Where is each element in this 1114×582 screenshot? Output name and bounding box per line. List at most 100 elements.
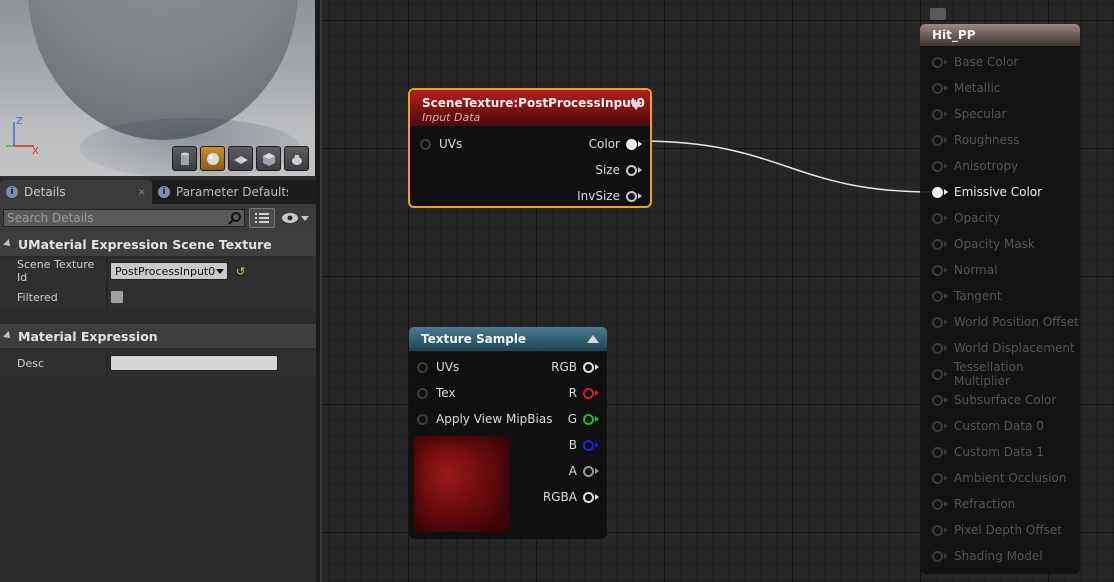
pin-label: UVs [439, 137, 463, 151]
material-input-pin[interactable]: Custom Data 1 [932, 442, 1044, 462]
pin-icon [932, 238, 943, 250]
output-pin-invsize[interactable]: InvSize [577, 186, 642, 206]
material-input-pin[interactable]: Refraction [932, 494, 1015, 514]
category-material-expression[interactable]: Material Expression [0, 324, 316, 348]
pin-label: Ambient Occlusion [954, 471, 1067, 485]
material-input-pin[interactable]: Shading Model [932, 546, 1043, 566]
pin-label: Color [588, 137, 620, 151]
expand-triangle-icon [3, 331, 13, 341]
tab-parameter-defaults[interactable]: i Parameter Defaults [152, 180, 312, 204]
plane-icon[interactable] [228, 146, 253, 171]
output-pin-g[interactable]: G [568, 409, 599, 429]
material-result-node[interactable]: Hit_PP Base Color Metallic Specular Roughne… [920, 24, 1080, 574]
info-icon: i [158, 186, 170, 198]
preview-shape-toolbar [172, 146, 309, 171]
output-pin-size[interactable]: Size [595, 160, 642, 180]
eye-icon [282, 213, 298, 223]
search-input[interactable] [4, 210, 226, 226]
search-icon[interactable] [226, 210, 244, 226]
scene-texture-node[interactable]: SceneTexture:PostProcessInput0 Input Dat… [408, 88, 652, 208]
property-desc: Desc [0, 350, 316, 376]
list-view-button[interactable] [249, 208, 275, 228]
material-input-pin[interactable]: Anisotropy [932, 156, 1018, 176]
output-pin-a[interactable]: A [569, 461, 599, 481]
cylinder-icon[interactable] [172, 146, 197, 171]
pin-label: Anisotropy [954, 159, 1019, 173]
material-input-pin[interactable]: Ambient Occlusion [932, 468, 1066, 488]
pin-icon [626, 164, 637, 176]
material-input-pin[interactable]: Normal [932, 260, 997, 280]
view-options-button[interactable] [279, 208, 311, 228]
pin-label: World Position Offset [954, 315, 1079, 329]
material-input-pin[interactable]: Roughness [932, 130, 1019, 150]
pin-icon [932, 186, 943, 198]
details-empty-area [0, 376, 316, 582]
tab-details[interactable]: i Details × [0, 180, 152, 204]
filtered-checkbox[interactable] [110, 290, 124, 304]
material-input-pin[interactable]: World Displacement [932, 338, 1075, 358]
input-pin-uvs[interactable]: UVs [417, 357, 459, 377]
search-box [3, 209, 245, 227]
output-pin-rgba[interactable]: RGBA [543, 487, 599, 507]
tab-details-label: Details [24, 185, 66, 199]
pin-label: G [567, 412, 577, 426]
teapot-icon[interactable] [284, 146, 309, 171]
node-title: Hit_PP [932, 28, 976, 42]
input-pin-tex[interactable]: Tex [417, 383, 456, 403]
node-header: SceneTexture:PostProcessInput0 Input Dat… [410, 90, 650, 126]
material-input-pin[interactable]: Opacity Mask [932, 234, 1035, 254]
input-pin-uvs[interactable]: UVs [420, 134, 462, 154]
pin-label: Base Color [954, 55, 1019, 69]
pin-icon [420, 138, 431, 150]
material-input-pin[interactable]: Base Color [932, 52, 1018, 72]
pin-label: Custom Data 0 [954, 419, 1044, 433]
output-pin-rgb[interactable]: RGB [551, 357, 599, 377]
axis-x-label: X [32, 146, 39, 157]
pin-label: Pixel Depth Offset [954, 523, 1062, 537]
collapse-arrow-icon[interactable] [630, 102, 642, 110]
material-input-pin[interactable]: Specular [932, 104, 1006, 124]
panel-tabs: i Details × i Parameter Defaults [0, 180, 316, 204]
close-icon[interactable]: × [138, 187, 146, 198]
comment-icon[interactable] [930, 8, 946, 20]
pin-icon [932, 446, 943, 458]
material-preview-viewport[interactable]: X Z [0, 0, 316, 176]
property-label: Scene Texture Id [17, 258, 95, 284]
material-input-pin[interactable]: Tessellation Multiplier [932, 360, 1080, 388]
pin-icon [932, 342, 943, 354]
sphere-icon[interactable] [200, 146, 225, 171]
input-pin-apply-view-mipbias[interactable]: Apply View MipBias [417, 409, 552, 429]
material-input-pin[interactable]: Opacity [932, 208, 1000, 228]
pin-icon [932, 368, 943, 380]
pin-icon [932, 498, 943, 510]
material-input-pin[interactable]: Metallic [932, 78, 1000, 98]
output-pin-b[interactable]: B [569, 435, 599, 455]
chevron-down-icon [216, 268, 224, 274]
collapse-arrow-icon[interactable] [587, 335, 599, 343]
output-pin-r[interactable]: R [569, 383, 599, 403]
category-label: UMaterial Expression Scene Texture [18, 236, 272, 252]
material-input-pin[interactable]: Tangent [932, 286, 1002, 306]
pin-icon [583, 413, 594, 425]
pin-label: Custom Data 1 [954, 445, 1044, 459]
cube-icon[interactable] [256, 146, 281, 171]
material-input-pin[interactable]: Custom Data 0 [932, 416, 1044, 436]
desc-input[interactable] [110, 355, 278, 371]
pin-icon [626, 190, 637, 202]
category-umaterial-expression-scene-texture[interactable]: UMaterial Expression Scene Texture [0, 232, 316, 256]
material-input-pin[interactable]: World Position Offset [932, 312, 1079, 332]
output-pin-color[interactable]: Color [589, 134, 642, 154]
pin-icon [932, 472, 943, 484]
axis-gizmo-icon: X Z [6, 116, 39, 157]
node-header: Texture Sample [409, 327, 607, 351]
pin-label: RGBA [542, 490, 577, 504]
pin-icon [932, 420, 943, 432]
material-input-pin[interactable]: Subsurface Color [932, 390, 1056, 410]
material-input-pin[interactable]: Emissive Color [932, 182, 1042, 202]
texture-sample-node[interactable]: Texture Sample UVs Tex Apply View MipBia… [409, 327, 607, 539]
scene-texture-id-dropdown[interactable]: PostProcessInput0 [110, 262, 228, 280]
reset-to-default-icon[interactable]: ↺ [236, 265, 245, 278]
pin-icon [583, 361, 594, 373]
material-graph-canvas[interactable]: SceneTexture:PostProcessInput0 Input Dat… [322, 0, 1114, 582]
material-input-pin[interactable]: Pixel Depth Offset [932, 520, 1062, 540]
